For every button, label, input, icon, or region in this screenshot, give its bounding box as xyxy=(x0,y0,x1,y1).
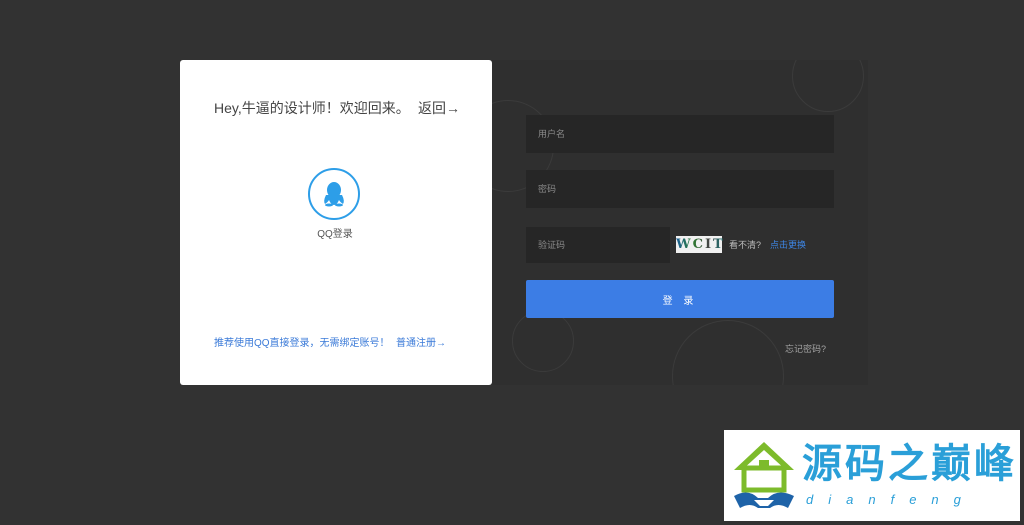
captcha-image[interactable]: WCIT xyxy=(676,236,725,253)
site-watermark: 源码之巅峰 dianfeng xyxy=(724,430,1020,521)
qq-login-button[interactable] xyxy=(308,168,360,220)
welcome-greeting: Hey,牛逼的设计师！欢迎回来。 xyxy=(214,100,410,116)
username-input[interactable] xyxy=(526,115,834,153)
qq-login-label[interactable]: QQ登录 xyxy=(304,225,366,240)
watermark-subtitle: dianfeng xyxy=(806,492,976,507)
qq-login-card: Hey,牛逼的设计师！欢迎回来。 返回→ QQ登录 推荐使用QQ直接登录，无需绑… xyxy=(180,60,492,385)
login-form-panel: WCIT 看不清? 点击更换 登 录 忘记密码? xyxy=(492,60,868,385)
login-submit-button[interactable]: 登 录 xyxy=(526,280,834,318)
house-handshake-logo xyxy=(734,442,794,508)
background-decoration xyxy=(672,320,784,385)
recommend-qq-text: 推荐使用QQ直接登录，无需绑定账号！ xyxy=(214,338,390,349)
captcha-refresh-link[interactable]: 点击更换 xyxy=(770,238,806,251)
watermark-title: 源码之巅峰 xyxy=(802,442,1017,486)
captcha-input[interactable] xyxy=(526,227,670,263)
back-link[interactable]: 返回→ xyxy=(418,98,460,118)
register-link[interactable]: 普通注册→ xyxy=(396,334,446,349)
captcha-text: WCIT xyxy=(676,237,725,252)
qq-penguin-icon xyxy=(324,182,344,207)
background-decoration xyxy=(512,310,574,372)
password-input[interactable] xyxy=(526,170,834,208)
forgot-password-link[interactable]: 忘记密码? xyxy=(785,342,826,355)
captcha-unclear-text: 看不清? xyxy=(729,240,762,250)
background-decoration xyxy=(792,60,864,112)
